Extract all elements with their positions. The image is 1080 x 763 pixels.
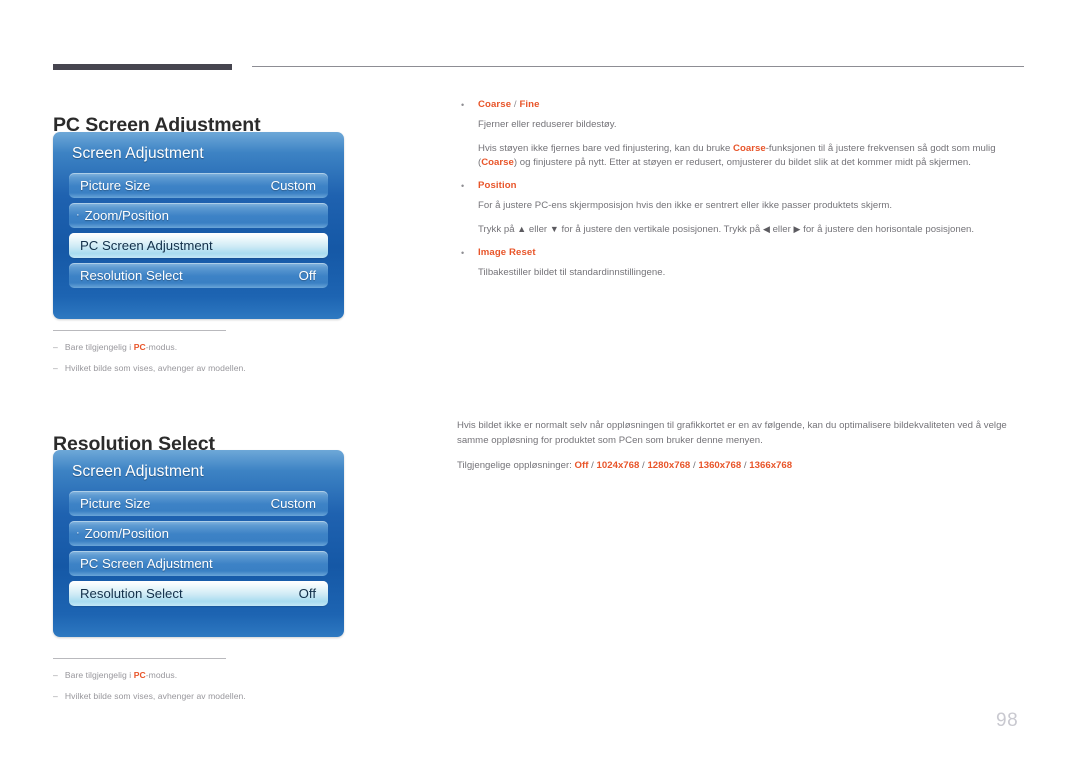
bullet-title: Position	[478, 179, 517, 191]
osd-row-value: Off	[298, 268, 316, 283]
footnote-text-tail: -modus.	[145, 342, 178, 352]
osd-row-zoom-position[interactable]: · Zoom/Position	[69, 203, 328, 228]
footnote-text: Bare tilgjengelig i	[64, 342, 134, 352]
footnote-text-tail: -modus.	[145, 670, 178, 680]
header-rule-thin	[252, 66, 1024, 67]
footnote-text: Bare tilgjengelig i	[64, 670, 134, 680]
footnotes-section-1: – Bare tilgjengelig i PC-modus. – Hvilket …	[53, 330, 303, 383]
resolution-value: 1024x768	[596, 459, 640, 471]
available-resolutions-values: Off / 1024x768 / 1280x768 / 1360x768 / 1…	[575, 460, 793, 471]
osd-row-label: Picture Size	[80, 496, 151, 511]
footnote-text: Hvilket bilde som vises, avhenger av mod…	[64, 690, 246, 701]
footnote-item: – Hvilket bilde som vises, avhenger av mo…	[53, 363, 303, 375]
osd-row-label: Zoom/Position	[84, 208, 169, 223]
osd-row-label: Picture Size	[80, 178, 151, 193]
resolution-separator: /	[588, 459, 597, 471]
bullet-paragraph: Fjerner eller reduserer bildestøy.	[478, 119, 617, 130]
para-text: Hvis støyen ikke fjernes bare ved finjus…	[478, 142, 734, 154]
osd-row-zoom-position[interactable]: · Zoom/Position	[69, 521, 328, 546]
osd-row-label: Resolution Select	[80, 586, 183, 601]
bullet-dot-icon: ·	[76, 209, 80, 221]
osd-menu-title: Screen Adjustment	[72, 463, 204, 480]
footnote-item: – Hvilket bilde som vises, avhenger av mo…	[53, 691, 303, 703]
bullet-position: • Position For å justere PC-ens skjermpo…	[457, 179, 1025, 238]
bullet-paragraph-rich: Hvis støyen ikke fjernes bare ved finjus…	[478, 142, 1025, 171]
header-rule-thick	[53, 64, 232, 70]
bullet-heading: • Position	[457, 179, 1025, 194]
footnote-text: Hvilket bilde som vises, avhenger av mod…	[64, 362, 246, 373]
bullet-heading: • Image Reset	[457, 246, 1025, 261]
osd-menu-screen-adjustment-1: Screen Adjustment Picture Size Custom · …	[53, 132, 344, 319]
resolution-value: 1366x768	[749, 459, 793, 471]
body-text-top: • Coarse / Fine Fjerner eller reduserer …	[457, 98, 1025, 288]
osd-row-pc-screen-adjustment[interactable]: PC Screen Adjustment	[69, 233, 328, 258]
osd-menu-title: Screen Adjustment	[72, 145, 204, 162]
resolution-value: 1280x768	[647, 459, 691, 471]
bullet-title-second: Fine	[519, 99, 540, 110]
body-text-bottom: Hvis bildet ikke er normalt selv når opp…	[457, 418, 1025, 482]
footnote-divider	[53, 330, 226, 331]
footnote-divider	[53, 658, 226, 659]
osd-row-label: Resolution Select	[80, 268, 183, 283]
para-text: for å justere den horisontale posisjonen…	[800, 224, 975, 235]
available-resolutions-line: Tilgjengelige oppløsninger: Off / 1024x7…	[457, 458, 1025, 473]
osd-row-label: PC Screen Adjustment	[80, 238, 213, 253]
para-emphasis: Coarse	[733, 142, 766, 154]
para-text: eller	[769, 224, 794, 235]
para-text: eller	[526, 224, 550, 235]
arrow-up-icon: ▲	[517, 224, 527, 234]
footnote-item: – Bare tilgjengelig i PC-modus.	[53, 670, 303, 682]
footnote-dash: –	[53, 362, 58, 373]
osd-row-picture-size[interactable]: Picture Size Custom	[69, 491, 328, 516]
bullet-title: Coarse / Fine	[478, 98, 540, 112]
para-text: for å justere den vertikale posisjonen. …	[558, 224, 763, 235]
osd-row-picture-size[interactable]: Picture Size Custom	[69, 173, 328, 198]
osd-row-value: Off	[298, 586, 316, 601]
osd-menu-screen-adjustment-2: Screen Adjustment Picture Size Custom · …	[53, 450, 344, 637]
footnote-emphasis: PC	[133, 670, 146, 680]
bullet-image-reset: • Image Reset Tilbakestiller bildet til …	[457, 246, 1025, 281]
para-text: ) og finjustere på nytt. Etter at støyen…	[513, 157, 971, 168]
para-emphasis: Coarse	[481, 157, 514, 168]
bullet-title: Image Reset	[478, 246, 536, 258]
available-resolutions-label: Tilgjengelige oppløsninger:	[457, 459, 575, 471]
osd-row-value: Custom	[270, 178, 316, 193]
bullet-dot-icon: ·	[76, 527, 80, 539]
bullet-marker-icon: •	[461, 247, 465, 258]
osd-row-value: Custom	[270, 496, 316, 511]
osd-row-resolution-select[interactable]: Resolution Select Off	[69, 263, 328, 288]
bullet-marker-icon: •	[461, 180, 465, 191]
osd-row-label: PC Screen Adjustment	[80, 556, 213, 571]
footnote-emphasis: PC	[133, 342, 146, 352]
footnote-dash: –	[53, 690, 58, 701]
para-text: Trykk på	[478, 224, 518, 235]
resolution-value: Off	[574, 459, 589, 471]
resolution-intro-paragraph: Hvis bildet ikke er normalt selv når opp…	[457, 420, 1007, 446]
arrow-down-icon: ▼	[549, 224, 559, 234]
resolution-value: 1360x768	[698, 459, 742, 471]
bullet-title-main: Coarse	[478, 99, 512, 110]
bullet-paragraph: For å justere PC-ens skjermposisjon hvis…	[478, 199, 893, 211]
page-number: 98	[996, 710, 1019, 731]
osd-row-pc-screen-adjustment[interactable]: PC Screen Adjustment	[69, 551, 328, 576]
footnote-dash: –	[53, 342, 58, 352]
bullet-paragraph-arrows: Trykk på ▲ eller ▼ for å justere den ver…	[478, 222, 1025, 238]
bullet-coarse-fine: • Coarse / Fine Fjerner eller reduserer …	[457, 98, 1025, 171]
footnote-item: – Bare tilgjengelig i PC-modus.	[53, 342, 303, 354]
osd-row-resolution-select[interactable]: Resolution Select Off	[69, 581, 328, 606]
bullet-heading: • Coarse / Fine	[457, 98, 1025, 113]
footnotes-section-2: – Bare tilgjengelig i PC-modus. – Hvilket …	[53, 658, 303, 711]
osd-row-label: Zoom/Position	[84, 526, 169, 541]
bullet-marker-icon: •	[461, 100, 465, 110]
bullet-paragraph: Tilbakestiller bildet til standardinnsti…	[478, 266, 666, 278]
footnote-dash: –	[53, 670, 58, 680]
arrow-left-icon: ◀	[762, 224, 770, 234]
